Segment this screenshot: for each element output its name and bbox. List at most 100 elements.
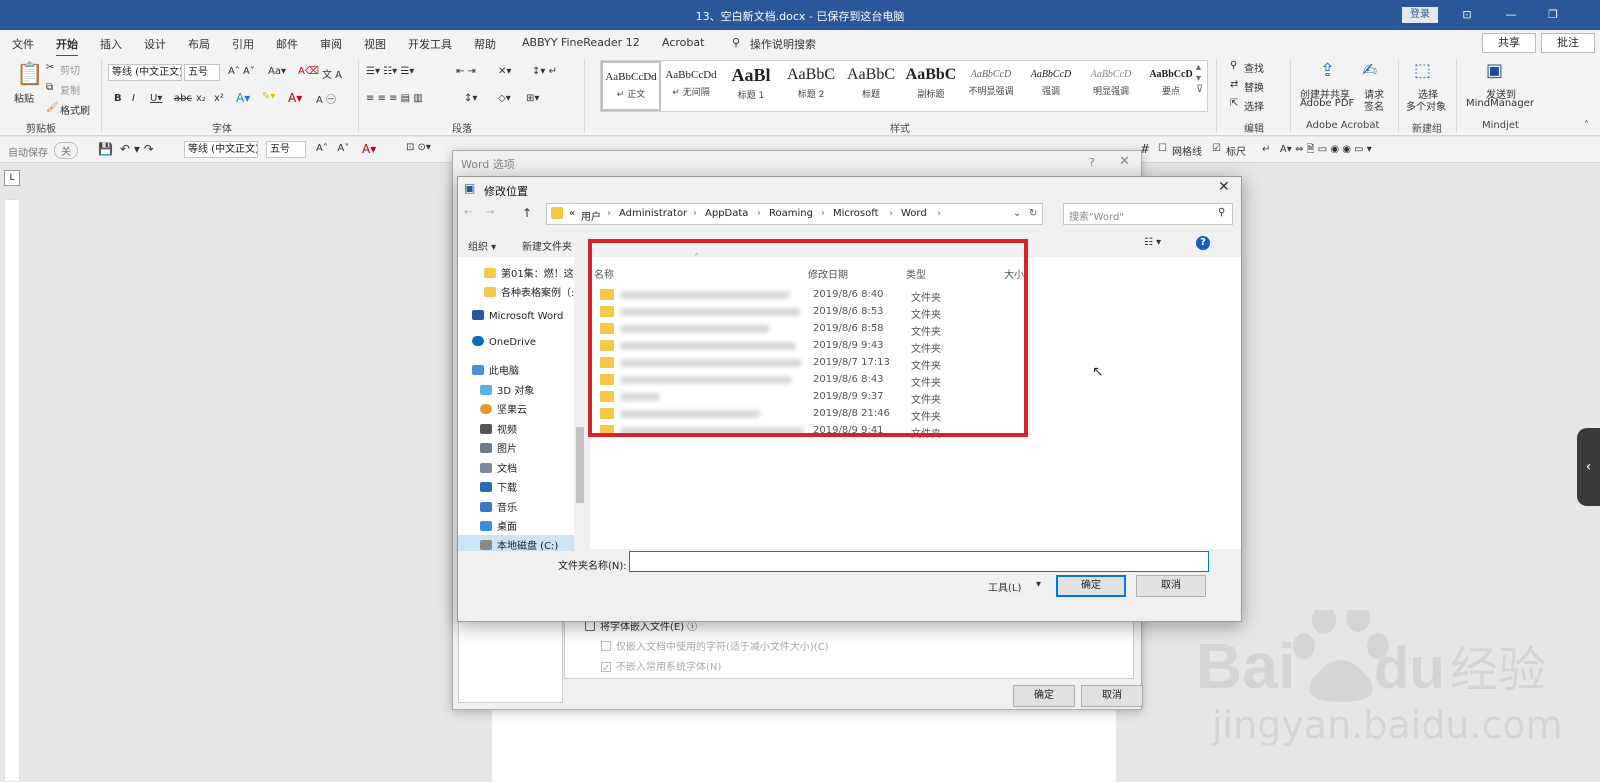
breadcrumb-users[interactable]: 用户 bbox=[581, 208, 601, 223]
restore-icon[interactable]: ❐ bbox=[1542, 6, 1564, 24]
nav-item-this-pc[interactable]: 此电脑 bbox=[472, 362, 519, 377]
cut-icon[interactable]: ✂ bbox=[46, 62, 54, 73]
underline-icon[interactable]: U▾ bbox=[150, 93, 162, 104]
refresh-icon[interactable]: ↻ bbox=[1029, 208, 1037, 219]
nav-item-music[interactable]: 音乐 bbox=[480, 499, 517, 514]
borders-icon[interactable]: ⊞▾ bbox=[526, 93, 539, 104]
tab-selector-icon[interactable]: L bbox=[4, 170, 20, 186]
pdf-share-icon[interactable]: ⇪ bbox=[1320, 60, 1335, 81]
find-label[interactable]: 查找 bbox=[1244, 60, 1264, 75]
font-name-select[interactable]: 等线 (中文正文) bbox=[108, 64, 182, 81]
organize-button[interactable]: 组织 ▾ bbox=[468, 238, 496, 253]
qat-textbox-icon[interactable]: ⊡ ⊙▾ bbox=[406, 142, 431, 153]
qat-font-color-icon[interactable]: A▾ bbox=[362, 142, 376, 156]
mindmanager-icon[interactable]: ▣ bbox=[1486, 60, 1503, 81]
nav-item-onedrive[interactable]: OneDrive bbox=[472, 336, 536, 348]
new-folder-button[interactable]: 新建文件夹 bbox=[522, 238, 572, 253]
highlight-icon[interactable]: ✎▾ bbox=[262, 91, 275, 102]
help-icon[interactable]: ? bbox=[1089, 156, 1095, 169]
bullets-icon[interactable]: ☰▾ ☷▾ ☰▾ bbox=[366, 66, 414, 77]
chevron-down-icon[interactable]: ▾ bbox=[1036, 579, 1041, 590]
replace-icon[interactable]: ⇄ bbox=[1230, 79, 1238, 90]
select-objects-icon[interactable]: ⬚ bbox=[1414, 60, 1431, 81]
comments-button[interactable]: 批注 bbox=[1541, 33, 1595, 53]
close-icon[interactable]: ✕ bbox=[1218, 179, 1230, 195]
options-cancel-button[interactable]: 取消 bbox=[1081, 685, 1143, 707]
select-icon[interactable]: ⇱ bbox=[1230, 98, 1238, 109]
options-ok-button[interactable]: 确定 bbox=[1013, 685, 1075, 707]
align-icons[interactable]: ≡ ≡ ≡ ▤ ▥ bbox=[366, 93, 423, 104]
font-size-select[interactable]: 五号 bbox=[184, 64, 220, 81]
mindmanager-label[interactable]: MindManager bbox=[1466, 98, 1534, 109]
back-icon[interactable]: ← bbox=[464, 207, 472, 218]
format-painter-icon[interactable]: 🖌 bbox=[46, 102, 59, 113]
tab-mailings[interactable]: 邮件 bbox=[276, 36, 298, 52]
chinese-layout-icon[interactable]: ✕▾ bbox=[498, 66, 511, 77]
undo-icon[interactable]: ↶ ▾ ↷ bbox=[120, 142, 154, 156]
clear-format-icon[interactable]: A⌫ bbox=[298, 66, 319, 77]
minimize-icon[interactable]: — bbox=[1500, 6, 1522, 24]
nav-item-downloads[interactable]: 下载 bbox=[480, 479, 517, 494]
share-button[interactable]: 共享 bbox=[1482, 33, 1536, 53]
adobe-pdf-label[interactable]: Adobe PDF bbox=[1300, 98, 1354, 109]
cancel-button[interactable]: 取消 bbox=[1136, 575, 1206, 597]
folder-name-input[interactable] bbox=[629, 551, 1209, 572]
tab-review[interactable]: 审阅 bbox=[320, 36, 342, 52]
breadcrumb-appdata[interactable]: AppData bbox=[705, 208, 748, 219]
grow-font-icon[interactable]: A˄ A˅ bbox=[228, 66, 255, 77]
style-emphasis[interactable]: AaBbCcD 强调 bbox=[1021, 61, 1081, 111]
phonetic-icon[interactable]: 文 A bbox=[322, 66, 342, 81]
forward-icon[interactable]: → bbox=[486, 207, 494, 218]
paste-icon[interactable]: 📋 bbox=[16, 62, 43, 87]
style-normal[interactable]: AaBbCcDd ↵ 正文 bbox=[601, 61, 661, 111]
nav-item-folder-2[interactable]: 各种表格案例（: bbox=[484, 284, 574, 299]
style-no-spacing[interactable]: AaBbCcDd ↵ 无间隔 bbox=[661, 61, 721, 111]
search-input[interactable]: 搜索"Word" bbox=[1063, 203, 1233, 225]
ribbon-display-icon[interactable]: ⊡ bbox=[1456, 6, 1478, 24]
sign-label[interactable]: 签名 bbox=[1364, 98, 1384, 113]
nav-item-3d-objects[interactable]: 3D 对象 bbox=[480, 382, 534, 397]
format-painter-label[interactable]: 格式刷 bbox=[60, 102, 90, 117]
tab-acrobat[interactable]: Acrobat bbox=[662, 36, 704, 49]
change-case-icon[interactable]: Aa▾ bbox=[268, 66, 286, 77]
qat-size-select[interactable]: 五号 bbox=[266, 141, 306, 158]
nav-item-folder-1[interactable]: 第01集：燃！这 bbox=[484, 265, 574, 280]
multiple-objects-label[interactable]: 多个对象 bbox=[1406, 98, 1446, 113]
qat-grow-font-icon[interactable]: A˄ A˅ bbox=[316, 143, 349, 154]
scrollbar-thumb[interactable] bbox=[576, 427, 584, 503]
options-category-list[interactable] bbox=[458, 613, 563, 703]
ok-button[interactable]: 确定 bbox=[1056, 575, 1126, 597]
strikethrough-icon[interactable]: abc bbox=[174, 93, 192, 104]
find-icon[interactable]: ⚲ bbox=[1230, 60, 1237, 71]
breadcrumb-microsoft[interactable]: Microsoft bbox=[833, 208, 879, 219]
no-common-fonts-checkbox[interactable]: ✓ 不嵌入常用系统字体(N) bbox=[601, 658, 721, 674]
style-subtitle[interactable]: AaBbC 副标题 bbox=[901, 61, 961, 111]
styles-scroll-icon[interactable]: ▴ ▾ ⊽ bbox=[1196, 62, 1203, 95]
tab-references[interactable]: 引用 bbox=[232, 36, 254, 52]
tab-help[interactable]: 帮助 bbox=[474, 36, 496, 52]
help-icon[interactable]: ? bbox=[1196, 236, 1210, 250]
breadcrumb-overflow[interactable]: « bbox=[569, 208, 575, 219]
qat-font-select[interactable]: 等线 (中文正文) bbox=[184, 141, 258, 158]
style-strong[interactable]: AaBbCcD 要点 bbox=[1141, 61, 1201, 111]
text-effects-icon[interactable]: A▾ bbox=[236, 91, 250, 105]
cut-label[interactable]: 剪切 bbox=[60, 62, 80, 77]
paste-label[interactable]: 粘贴 bbox=[14, 90, 34, 105]
nav-item-local-disk[interactable]: 本地磁盘 (C:) bbox=[458, 535, 574, 552]
close-icon[interactable]: ✕ bbox=[1119, 154, 1130, 169]
copy-icon[interactable]: ⧉ bbox=[46, 82, 53, 93]
tab-home[interactable]: 开始 bbox=[56, 36, 78, 57]
nav-item-desktop[interactable]: 桌面 bbox=[480, 518, 517, 533]
login-button[interactable]: 登录 bbox=[1402, 7, 1438, 23]
up-icon[interactable]: ↑ bbox=[522, 206, 532, 220]
tell-me-search[interactable]: 操作说明搜索 bbox=[750, 36, 816, 52]
tab-abbyy[interactable]: ABBYY FineReader 12 bbox=[522, 36, 640, 49]
char-shading-icon[interactable]: A ㊀ bbox=[316, 91, 336, 106]
save-icon[interactable]: 💾 bbox=[98, 142, 113, 156]
nav-item-jianguoyun[interactable]: 坚果云 bbox=[480, 401, 527, 416]
autosave-toggle[interactable]: 关 bbox=[54, 142, 78, 159]
superscript-icon[interactable]: x² bbox=[214, 93, 224, 104]
nav-item-videos[interactable]: 视频 bbox=[480, 421, 517, 436]
nav-item-pictures[interactable]: 图片 bbox=[480, 440, 517, 455]
chevron-down-icon[interactable]: ⌄ bbox=[1013, 208, 1021, 219]
